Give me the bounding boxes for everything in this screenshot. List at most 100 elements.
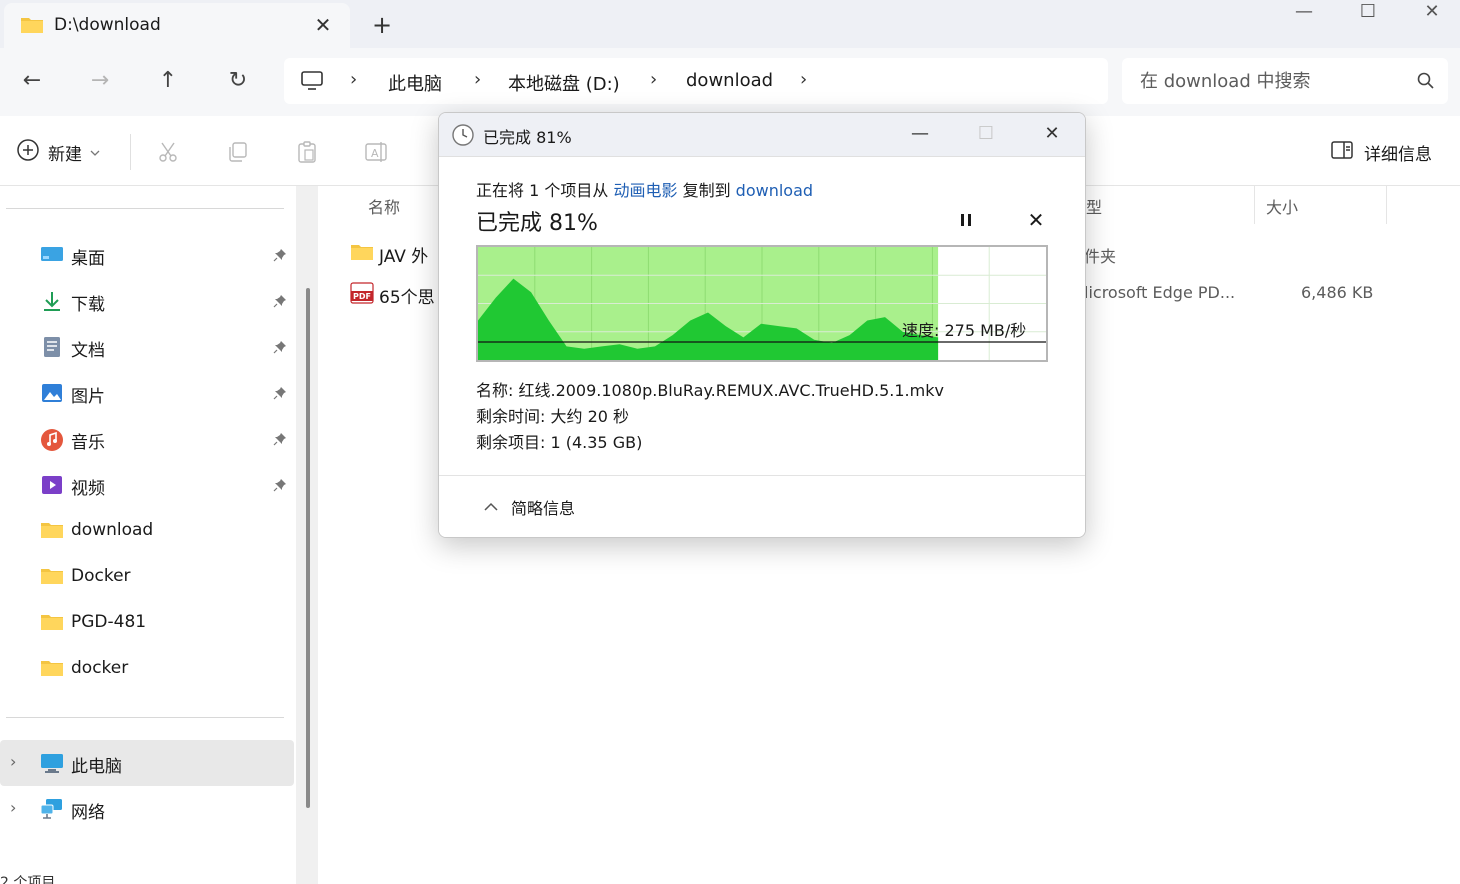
chevron-right-icon[interactable]: ›	[10, 752, 16, 771]
breadcrumb-drive-d[interactable]: 本地磁盘 (D:)	[508, 70, 620, 96]
column-header-type[interactable]: 型	[1086, 194, 1102, 218]
details-button-label: 详细信息	[1364, 145, 1432, 165]
paste-icon[interactable]	[295, 140, 319, 168]
sidebar-divider	[6, 208, 284, 209]
pin-icon[interactable]	[273, 247, 287, 266]
plus-circle-icon	[16, 138, 40, 167]
dialog-title: 已完成 81%	[483, 128, 572, 147]
refresh-button[interactable]: ↻	[218, 62, 258, 102]
desktop-icon	[40, 244, 64, 268]
file-size: 6,486 KB	[1301, 283, 1374, 302]
folder-icon	[20, 15, 44, 39]
sidebar-item-label: 此电脑	[71, 757, 122, 777]
chevron-up-icon[interactable]	[483, 498, 499, 517]
maximize-button[interactable]: ☐	[1336, 0, 1400, 28]
pin-icon[interactable]	[273, 293, 287, 312]
copy-icon[interactable]	[226, 140, 250, 168]
clock-icon	[451, 123, 475, 151]
up-button[interactable]: ↑	[148, 62, 188, 102]
sidebar-item-folder-pgd-481[interactable]: PGD-481	[0, 600, 294, 646]
sidebar-item-folder-docker[interactable]: Docker	[0, 554, 294, 600]
sidebar-item-label: 音乐	[71, 433, 105, 453]
file-type: licrosoft Edge PD...	[1084, 283, 1236, 302]
dialog-close-button[interactable]: ✕	[1029, 119, 1075, 151]
sidebar-item-this-pc[interactable]: › 此电脑	[0, 740, 294, 786]
column-separator[interactable]	[1386, 186, 1387, 224]
breadcrumb-this-pc[interactable]: 此电脑	[388, 70, 442, 96]
navigation-pane: 桌面 下载 文档 图片 音乐 视频 download Docker PGD-48…	[0, 186, 318, 884]
pin-icon[interactable]	[273, 431, 287, 450]
sidebar-item-network[interactable]: › 网络	[0, 786, 294, 832]
search-input[interactable]	[1140, 68, 1400, 94]
sidebar-item-folder-docker-lower[interactable]: docker	[0, 646, 294, 692]
video-icon	[40, 474, 64, 500]
speed-label: 速度: 275 MB/秒	[902, 321, 1027, 340]
breadcrumb-separator: ›	[650, 69, 658, 90]
rename-icon[interactable]: A	[364, 140, 390, 168]
new-button[interactable]: 新建	[16, 138, 100, 166]
percent-complete: 已完成 81%	[476, 211, 598, 236]
file-name: 65个思	[379, 288, 435, 308]
sidebar-item-label: 图片	[71, 387, 105, 407]
destination-folder-link[interactable]: download	[736, 181, 813, 200]
address-bar[interactable]: › 此电脑 › 本地磁盘 (D:) › download ›	[284, 58, 1108, 104]
search-icon[interactable]	[1416, 71, 1436, 95]
items-remaining-line: 剩余项目: 1 (4.35 GB)	[476, 433, 643, 452]
back-button[interactable]: ←	[12, 62, 52, 102]
dialog-minimize-button[interactable]: —	[897, 119, 943, 151]
computer-icon	[300, 70, 324, 96]
dialog-body: 正在将 1 个项目从 动画电影 复制到 download 已完成 81% ✕ 速…	[439, 157, 1085, 475]
source-folder-link[interactable]: 动画电影	[613, 181, 677, 200]
forward-button[interactable]: →	[80, 62, 120, 102]
sidebar-item-label: docker	[71, 658, 129, 678]
breadcrumb-download[interactable]: download	[686, 70, 773, 91]
pictures-icon	[40, 382, 64, 408]
new-tab-button[interactable]: +	[366, 10, 398, 40]
sidebar-item-music[interactable]: 音乐	[0, 416, 294, 462]
tab-bar: D:\download ✕ + — ☐ ✕	[0, 0, 1460, 48]
sidebar-item-desktop[interactable]: 桌面	[0, 232, 294, 278]
column-header-name[interactable]: 名称	[368, 194, 400, 218]
file-type: 件夹	[1084, 247, 1117, 266]
svg-text:PDF: PDF	[353, 292, 371, 301]
tab-close-icon[interactable]: ✕	[308, 11, 338, 39]
stop-button[interactable]: ✕	[1023, 207, 1049, 233]
status-bar-count: 2 个项目	[0, 875, 56, 884]
sidebar-item-pictures[interactable]: 图片	[0, 370, 294, 416]
pin-icon[interactable]	[273, 477, 287, 496]
sidebar-divider	[6, 717, 284, 718]
time-remaining-line: 剩余时间: 大约 20 秒	[476, 407, 630, 426]
new-button-label: 新建	[48, 144, 82, 165]
column-header-size[interactable]: 大小	[1266, 194, 1298, 218]
document-icon	[40, 336, 64, 362]
chevron-right-icon[interactable]: ›	[10, 798, 16, 817]
copy-progress-dialog: 已完成 81% — ☐ ✕ 正在将 1 个项目从 动画电影 复制到 downlo…	[438, 112, 1086, 538]
search-box[interactable]	[1122, 58, 1448, 104]
column-separator[interactable]	[1254, 186, 1255, 224]
sidebar-item-label: 桌面	[71, 249, 105, 269]
details-button[interactable]: 详细信息	[1330, 140, 1432, 165]
fewer-details-button[interactable]: 简略信息	[511, 495, 575, 519]
folder-icon	[350, 242, 374, 266]
dialog-title-bar[interactable]: 已完成 81% — ☐ ✕	[439, 113, 1085, 157]
command-separator	[130, 134, 131, 170]
close-window-button[interactable]: ✕	[1400, 0, 1460, 28]
minimize-button[interactable]: —	[1272, 0, 1336, 28]
address-row: ← → ↑ ↻ › 此电脑 › 本地磁盘 (D:) › download ›	[0, 48, 1460, 116]
sidebar-item-label: 视频	[71, 479, 105, 499]
pin-icon[interactable]	[273, 385, 287, 404]
sidebar-item-folder-download[interactable]: download	[0, 508, 294, 554]
sidebar-item-label: 网络	[71, 803, 105, 823]
sidebar-item-label: download	[71, 520, 154, 540]
pause-button[interactable]	[953, 207, 979, 233]
sidebar-item-label: Docker	[71, 566, 131, 586]
sidebar-item-downloads[interactable]: 下载	[0, 278, 294, 324]
pin-icon[interactable]	[273, 339, 287, 358]
copy-mid: 复制到	[682, 181, 731, 200]
sidebar-item-documents[interactable]: 文档	[0, 324, 294, 370]
cut-icon[interactable]	[156, 140, 180, 168]
sidebar-scrollbar-thumb[interactable]	[306, 288, 310, 808]
tab-download[interactable]: D:\download ✕	[4, 3, 350, 48]
sidebar-item-videos[interactable]: 视频	[0, 462, 294, 508]
dialog-maximize-button[interactable]: ☐	[963, 119, 1009, 151]
